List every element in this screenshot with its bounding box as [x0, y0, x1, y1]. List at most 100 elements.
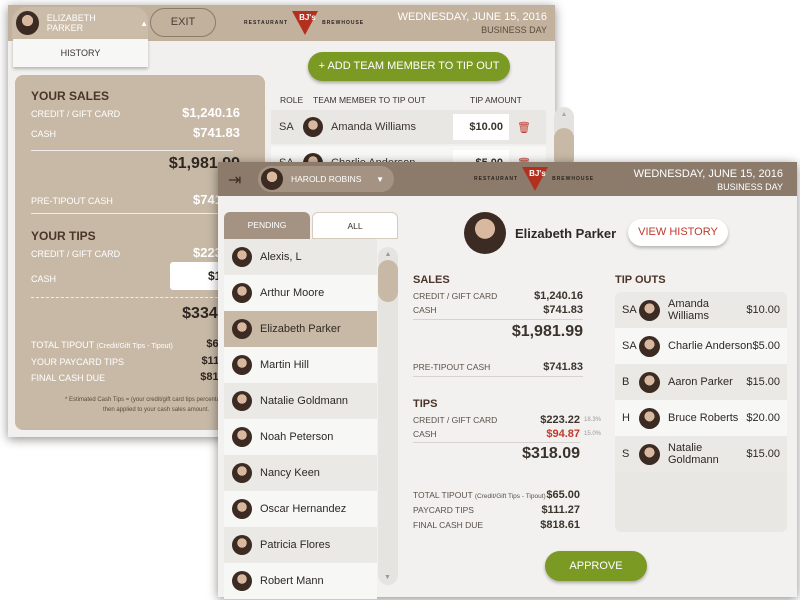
employee-name: Oscar Hernandez	[260, 503, 347, 515]
avatar	[639, 299, 660, 321]
tips-section: TIPS CREDIT / GIFT CARD $223.22 18.3% CASH…	[413, 398, 603, 463]
label: TOTAL TIPOUT	[413, 490, 473, 500]
tab-all[interactable]: ALL	[312, 212, 398, 239]
employee-name: Arthur Moore	[260, 287, 325, 299]
logo-text: BREWHOUSE	[552, 176, 595, 182]
employee-list-item[interactable]: Alexis, L	[224, 239, 377, 275]
avatar	[232, 391, 252, 411]
logout-icon[interactable]: ⇥	[228, 170, 241, 190]
label: CASH	[31, 129, 57, 139]
member-name: Bruce Roberts	[668, 412, 739, 424]
user-menu-button[interactable]: ELIZABETH PARKER ▲	[12, 7, 148, 39]
menu-item-history[interactable]: HISTORY	[13, 39, 148, 67]
profile-avatar	[464, 212, 506, 254]
scroll-up-icon[interactable]: ▲	[554, 111, 574, 118]
avatar	[232, 535, 252, 555]
business-day-label: BUSINESS DAY	[481, 25, 547, 35]
tipout-item: B Aaron Parker $15.00	[615, 364, 787, 400]
role: S	[622, 448, 630, 460]
tip-amount-input[interactable]: $10.00	[453, 114, 509, 140]
footnote: * Estimated Cash Tips = (your credit/gif…	[65, 397, 227, 403]
brand-logo: RESTAURANT BJ's BREWHOUSE	[474, 167, 594, 191]
avatar	[639, 407, 660, 429]
employee-list-item[interactable]: Noah Peterson	[224, 419, 377, 455]
avatar	[16, 11, 39, 35]
employee-list-scrollbar[interactable]: ▲ ▼	[378, 247, 398, 585]
employee-list-item[interactable]: Robert Mann	[224, 563, 377, 599]
note: (Credit/Gift Tips - Tipout)	[474, 493, 546, 500]
scroll-down-icon[interactable]: ▼	[384, 574, 391, 581]
tipout-item: SA Charlie Anderson $5.00	[615, 328, 787, 364]
member-name: Natalie Goldmann	[668, 442, 719, 466]
exit-button[interactable]: EXIT	[150, 8, 216, 37]
avatar	[232, 499, 252, 519]
logo-mark: BJ's	[299, 13, 316, 22]
add-team-member-button[interactable]: + ADD TEAM MEMBER TO TIP OUT	[308, 52, 510, 81]
tipout-item: SA Amanda Williams $10.00	[615, 292, 787, 328]
employee-name: Noah Peterson	[260, 431, 334, 443]
value: $65.00	[546, 489, 580, 501]
tip-amount: $15.00	[746, 376, 780, 388]
view-history-button[interactable]: VIEW HISTORY	[628, 219, 728, 246]
profile-name: Elizabeth Parker	[515, 226, 617, 241]
tip-amount: $15.00	[746, 448, 780, 460]
avatar	[639, 371, 660, 393]
tipout-item: H Bruce Roberts $20.00	[615, 400, 787, 436]
label: TOTAL TIPOUT	[31, 340, 95, 350]
role: SA	[622, 340, 637, 352]
footnote: then applied to your cash sales amount.	[103, 407, 210, 413]
date-text: WEDNESDAY, JUNE 15, 2016	[633, 168, 783, 180]
logo-text: RESTAURANT	[244, 20, 289, 26]
percentage: 15.0%	[584, 431, 602, 437]
section-title: TIP OUTS	[615, 274, 666, 286]
avatar	[232, 319, 252, 339]
avatar	[261, 168, 283, 190]
label: YOUR PAYCARD TIPS	[31, 357, 125, 367]
employee-list-item[interactable]: Elizabeth Parker	[224, 311, 377, 347]
employee-list-item[interactable]: Nancy Keen	[224, 455, 377, 491]
section-title: SALES	[413, 274, 450, 286]
date-text: WEDNESDAY, JUNE 15, 2016	[397, 11, 547, 23]
value: $94.87	[546, 428, 580, 440]
logo-mark: BJ's	[529, 169, 546, 178]
scroll-thumb[interactable]	[378, 260, 398, 302]
business-day-label: BUSINESS DAY	[717, 182, 783, 192]
avatar	[232, 283, 252, 303]
member-name: Amanda Williams	[668, 298, 709, 322]
trash-icon[interactable]: 🗑	[517, 121, 531, 134]
value: $818.61	[540, 519, 580, 531]
label: CASH	[413, 305, 437, 315]
section-title: TIPS	[413, 398, 438, 410]
tipouts-panel: SA Amanda Williams $10.00 SA Charlie And…	[615, 292, 787, 532]
user-menu-button[interactable]: HAROLD ROBINS ▼	[258, 166, 394, 192]
business-date: WEDNESDAY, JUNE 15, 2016 BUSINESS DAY	[398, 11, 547, 37]
role: SA	[622, 304, 637, 316]
employee-name: Martin Hill	[260, 359, 309, 371]
avatar	[232, 247, 252, 267]
tab-pending[interactable]: PENDING	[224, 212, 310, 239]
scroll-up-icon[interactable]: ▲	[378, 251, 398, 258]
avatar	[232, 355, 252, 375]
member-name: Amanda Williams	[331, 121, 416, 133]
employee-list-item[interactable]: Natalie Goldmann	[224, 383, 377, 419]
label: PRE-TIPOUT CASH	[413, 362, 491, 372]
employee-name: Natalie Goldmann	[260, 395, 349, 407]
approve-button[interactable]: APPROVE	[545, 551, 647, 581]
divider	[31, 297, 233, 298]
employee-list-item[interactable]: Martin Hill	[224, 347, 377, 383]
divider	[31, 213, 233, 214]
user-name: HAROLD ROBINS	[291, 174, 362, 184]
section-title: YOUR TIPS	[31, 229, 96, 243]
value: $741.83	[543, 304, 583, 316]
tipout-row: SA Amanda Williams $10.00 🗑	[271, 110, 546, 144]
employee-list-item[interactable]: Oscar Hernandez	[224, 491, 377, 527]
front-approval-window: ⇥ HAROLD ROBINS ▼ RESTAURANT BJ's BREWHOUS…	[218, 162, 797, 599]
role: H	[622, 412, 630, 424]
label: PRE-TIPOUT CASH	[31, 196, 113, 206]
column-header-amount: TIP AMOUNT	[470, 95, 522, 105]
avatar	[232, 463, 252, 483]
avatar	[639, 443, 660, 465]
label: FINAL CASH DUE	[413, 520, 484, 530]
employee-list-item[interactable]: Patricia Flores	[224, 527, 377, 563]
employee-list-item[interactable]: Arthur Moore	[224, 275, 377, 311]
